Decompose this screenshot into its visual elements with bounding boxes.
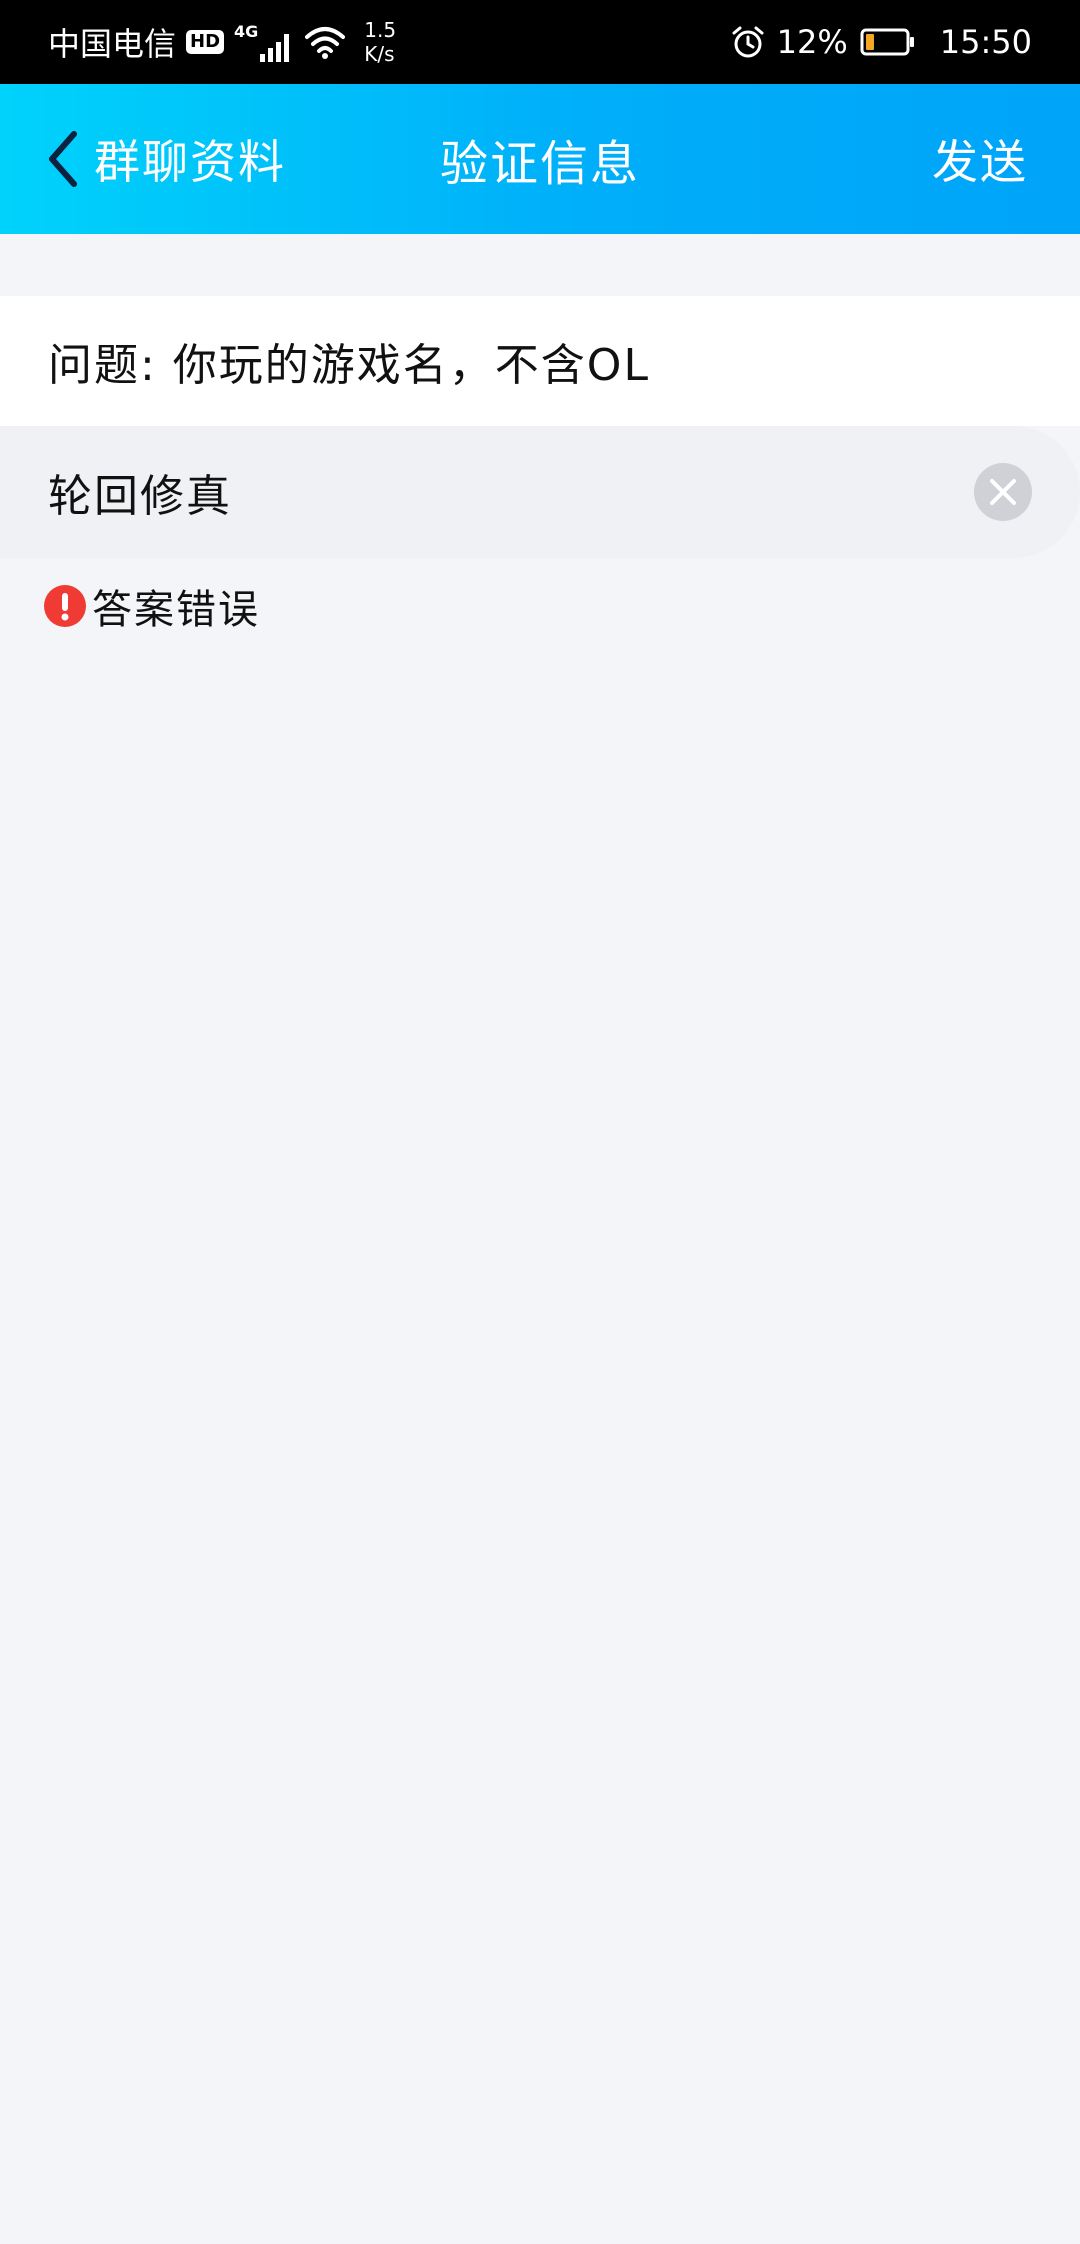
back-button[interactable]: 群聊资料 — [46, 84, 286, 234]
battery-icon — [860, 28, 914, 56]
status-bar-left: 中国电信 HD 4G 1.5 K/s — [48, 0, 396, 84]
error-text: 答案错误 — [92, 587, 260, 633]
wifi-icon — [305, 27, 346, 59]
verification-question: 问题: 你玩的游戏名，不含OL — [0, 296, 1080, 426]
hd-badge: HD — [186, 30, 225, 54]
signal-icon — [260, 34, 290, 62]
close-icon — [990, 479, 1016, 505]
error-message: 答案错误 — [44, 580, 260, 633]
exclamation-icon — [61, 593, 69, 621]
chevron-left-icon — [49, 131, 77, 187]
network-type-icon: 4G — [234, 22, 294, 62]
clock-time: 15:50 — [939, 23, 1032, 61]
answer-input[interactable] — [48, 466, 948, 518]
navigation-bar: 群聊资料 验证信息 发送 — [0, 84, 1080, 234]
network-speed-unit: K/s — [364, 42, 395, 66]
carrier-name: 中国电信 — [48, 25, 177, 63]
network-type-label: 4G — [234, 22, 259, 41]
error-icon — [44, 585, 86, 627]
status-bar: 中国电信 HD 4G 1.5 K/s 12% 15:50 — [0, 0, 1080, 84]
clear-button[interactable] — [974, 463, 1032, 521]
answer-field-container — [0, 426, 1080, 558]
network-speed-value: 1.5 — [364, 18, 397, 42]
back-button-label: 群聊资料 — [94, 135, 286, 189]
battery-percent: 12% — [776, 23, 848, 61]
status-bar-right: 12% 15:50 — [731, 0, 1032, 84]
network-speed: 1.5 K/s — [364, 18, 396, 66]
alarm-icon — [732, 26, 764, 58]
send-button[interactable]: 发送 — [932, 84, 1028, 234]
